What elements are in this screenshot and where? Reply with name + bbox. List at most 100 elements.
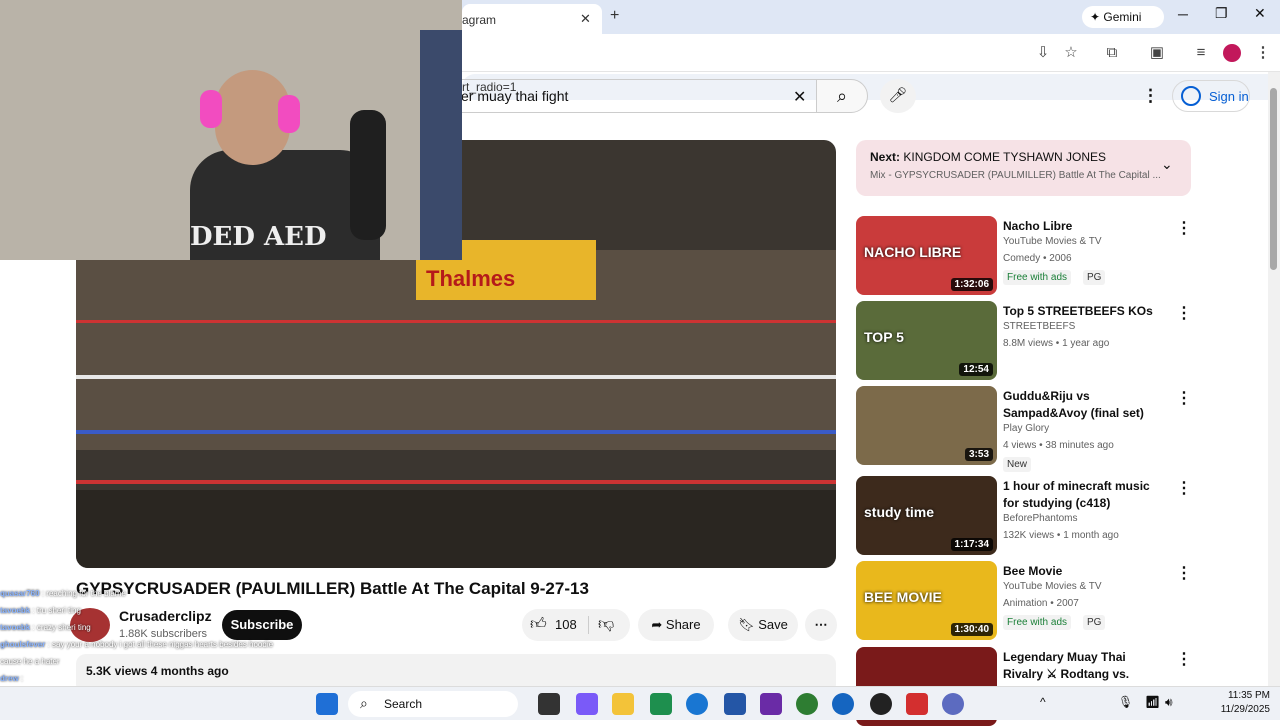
recommendation-title[interactable]: 1 hour of minecraft music for studying (… — [1003, 478, 1168, 512]
chat-message: cause he a hater — [0, 653, 340, 670]
search-value: er muay thai fight — [461, 88, 569, 104]
profile-avatar[interactable] — [1223, 44, 1241, 62]
gemini-button[interactable]: ✦ Gemini — [1082, 6, 1164, 28]
recommendation-channel[interactable]: YouTube Movies & TV — [1003, 581, 1102, 592]
store-icon[interactable] — [724, 693, 746, 715]
duration-badge: 12:54 — [959, 363, 993, 376]
edge-icon[interactable] — [686, 693, 708, 715]
browser-tab[interactable]: agram ✕ — [462, 4, 602, 34]
video-thumbnail[interactable]: study time 1:17:34 — [856, 476, 997, 555]
search-icon: ⌕ — [360, 695, 368, 711]
wifi-icon[interactable]: 📶︎ — [1145, 695, 1160, 709]
clock[interactable]: 11:35 PM 11/29/2025 — [1210, 689, 1270, 717]
new-tab-icon[interactable]: + — [610, 7, 619, 25]
recommendation-meta: Comedy • 2006 — [1003, 253, 1072, 264]
recommendation-channel[interactable]: YouTube Movies & TV — [1003, 236, 1102, 247]
recommendation-item[interactable]: TOP 5 12:54 Top 5 STREETBEEFS KOs STREETBEE… — [856, 301, 1196, 381]
chrome-icon[interactable] — [832, 693, 854, 715]
chat-text: : crazy sheri ting — [32, 623, 91, 632]
rating-badge: PG — [1083, 615, 1106, 630]
recommendation-title[interactable]: Guddu&Riju vs Sampad&Avoy (final set) — [1003, 388, 1168, 422]
page-scrollbar[interactable] — [1268, 72, 1280, 686]
chat-message: ghoulsfever : say your a nobody i got al… — [0, 636, 340, 653]
close-window-icon[interactable]: ✕ — [1254, 5, 1266, 22]
start-icon[interactable] — [316, 693, 338, 715]
copilot-icon[interactable] — [576, 693, 598, 715]
like-icon[interactable]: 👍︎ — [530, 609, 547, 641]
file-explorer-icon[interactable] — [612, 693, 634, 715]
chrome-icon[interactable] — [796, 693, 818, 715]
recommendation-title[interactable]: Nacho Libre — [1003, 218, 1168, 235]
settings-menu-icon[interactable]: ⋮ — [1142, 86, 1159, 106]
recommendation-channel[interactable]: STREETBEEFS — [1003, 321, 1075, 332]
voice-search-button[interactable]: 🎤︎ — [880, 79, 916, 113]
recommendation-meta: Animation • 2007 — [1003, 598, 1079, 609]
duration-badge: 3:53 — [964, 448, 993, 461]
recommendation-title[interactable]: Top 5 STREETBEEFS KOs — [1003, 303, 1168, 320]
microphone-icon[interactable]: 🎙︎ — [1118, 695, 1133, 709]
save-button[interactable]: 🔖︎ Save — [728, 609, 798, 641]
account-icon — [1181, 86, 1201, 106]
browser-menu-icon[interactable]: ⋮ — [1252, 42, 1274, 64]
more-options-icon[interactable]: ⋮ — [1176, 649, 1192, 669]
close-tab-icon[interactable]: ✕ — [580, 11, 591, 27]
up-next-card[interactable]: Next: KINGDOM COME TYSHAWN JONES Mix - G… — [856, 140, 1191, 196]
webcam-overlay: DED AED — [0, 0, 462, 260]
gemini-icon: ✦ — [1090, 10, 1101, 24]
more-options-icon[interactable]: ⋮ — [1176, 478, 1192, 498]
like-count[interactable]: 108 — [555, 609, 577, 641]
chevron-down-icon[interactable]: ⌄ — [1161, 156, 1173, 173]
chat-username: tavoebk — [0, 623, 31, 632]
like-dislike-group: 👍︎ 108 👎︎ — [522, 609, 630, 641]
scrollbar-thumb[interactable] — [1270, 88, 1277, 270]
dislike-icon[interactable]: 👎︎ — [598, 609, 614, 641]
media-controls-icon[interactable]: ≡ — [1190, 42, 1212, 64]
recommendation-meta: 132K views • 1 month ago — [1003, 530, 1119, 541]
recommendation-item[interactable]: study time 1:17:34 1 hour of minecraft mus… — [856, 476, 1196, 556]
video-thumbnail[interactable]: 3:53 — [856, 386, 997, 465]
sign-in-button[interactable]: Sign in — [1172, 80, 1250, 112]
clear-search-icon[interactable]: ✕ — [793, 87, 806, 107]
more-options-icon[interactable]: ⋮ — [1176, 563, 1192, 583]
taskbar-search[interactable]: ⌕ Search — [348, 691, 518, 717]
chevron-up-icon[interactable]: ^ — [1040, 695, 1046, 709]
share-button[interactable]: ➦ Share — [638, 609, 714, 641]
sidepanel-icon[interactable]: ▣ — [1146, 42, 1168, 64]
more-actions-button[interactable]: ⋯ — [805, 609, 837, 641]
video-thumbnail[interactable]: TOP 5 12:54 — [856, 301, 997, 380]
volume-icon[interactable]: 🔊︎ — [1165, 695, 1173, 710]
rating-badge: PG — [1083, 270, 1106, 285]
microphone-icon: 🎤︎ — [888, 87, 908, 104]
ring-rope — [76, 430, 836, 434]
crowd — [76, 490, 836, 568]
recommendation-channel[interactable]: BeforePhantoms — [1003, 513, 1078, 524]
more-options-icon[interactable]: ⋮ — [1176, 218, 1192, 238]
extensions-icon[interactable]: ⧉ — [1101, 42, 1123, 64]
task-view-icon[interactable] — [538, 693, 560, 715]
video-thumbnail[interactable]: NACHO LIBRE 1:32:06 — [856, 216, 997, 295]
recommendation-title[interactable]: Bee Movie — [1003, 563, 1168, 580]
recommendation-meta: 8.8M views • 1 year ago — [1003, 338, 1110, 349]
recommendation-item[interactable]: NACHO LIBRE 1:32:06 Nacho Libre YouTube Mov… — [856, 216, 1196, 296]
bookmark-star-icon[interactable]: ☆ — [1060, 42, 1082, 64]
discord-icon[interactable] — [942, 693, 964, 715]
recommendation-item[interactable]: BEE MOVIE 1:30:40 Bee Movie YouTube Movies … — [856, 561, 1196, 641]
bookmark-icon: 🔖︎ — [738, 617, 755, 632]
chat-message: tavoebk : crazy sheri ting — [0, 619, 340, 636]
more-options-icon[interactable]: ⋮ — [1176, 303, 1192, 323]
next-title: KINGDOM COME TYSHAWN JONES — [903, 150, 1107, 164]
minimize-icon[interactable]: ─ — [1178, 6, 1188, 22]
excel-icon[interactable] — [650, 693, 672, 715]
app-icon[interactable] — [760, 693, 782, 715]
search-input[interactable]: er muay thai fight ✕ — [440, 79, 816, 113]
restore-icon[interactable]: ❐ — [1215, 5, 1228, 22]
recommendation-item[interactable]: 3:53 Guddu&Riju vs Sampad&Avoy (final set… — [856, 386, 1196, 472]
app-icon[interactable] — [906, 693, 928, 715]
ring-rope — [76, 320, 836, 323]
recommendation-channel[interactable]: Play Glory — [1003, 423, 1049, 434]
video-thumbnail[interactable]: BEE MOVIE 1:30:40 — [856, 561, 997, 640]
app-icon[interactable] — [870, 693, 892, 715]
more-options-icon[interactable]: ⋮ — [1176, 388, 1192, 408]
install-icon[interactable]: ⇩ — [1032, 42, 1054, 64]
search-button[interactable]: ⌕ — [816, 79, 868, 113]
